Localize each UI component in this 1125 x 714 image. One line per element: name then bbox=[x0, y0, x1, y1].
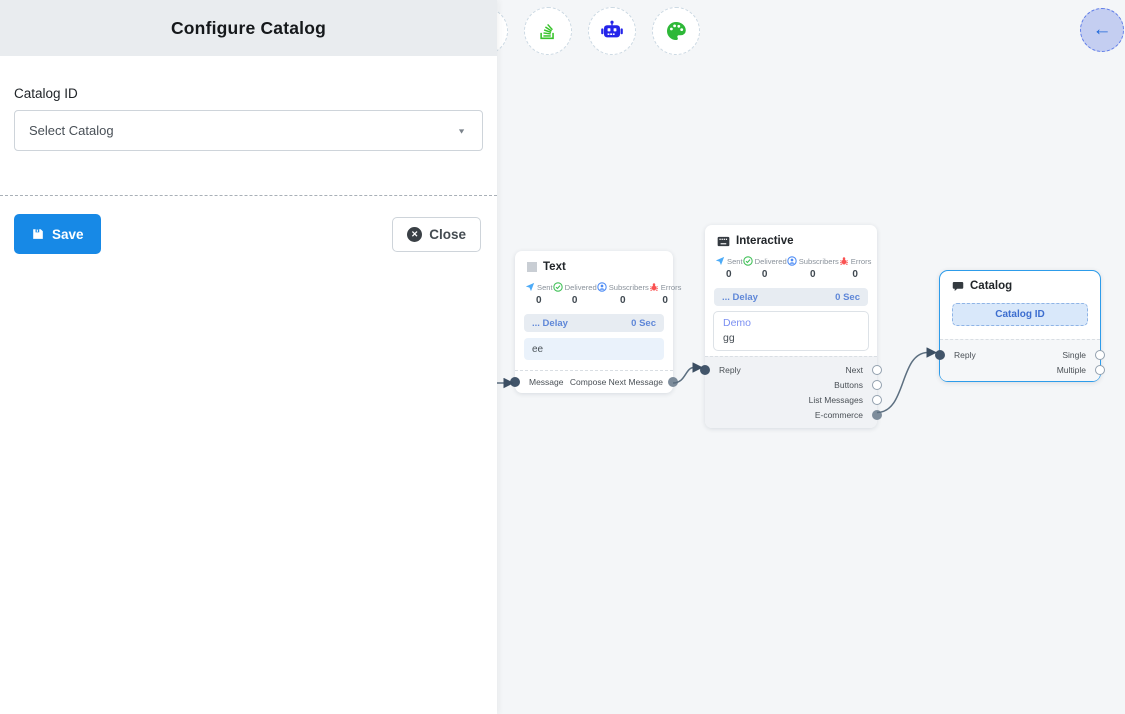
stack-icon bbox=[537, 20, 559, 42]
robot-icon bbox=[600, 19, 624, 43]
catalog-select[interactable]: Select Catalog ▼ bbox=[14, 110, 483, 151]
panel-actions: Save ✕ Close bbox=[0, 196, 497, 254]
output-port-next[interactable] bbox=[872, 365, 882, 375]
delay-bar[interactable]: ... Delay 0 Sec bbox=[524, 314, 664, 332]
text-node-icon bbox=[527, 262, 537, 272]
stat-delivered: Delivered 0 bbox=[743, 256, 787, 280]
compose-next-message-label: Compose Next Message bbox=[570, 377, 663, 387]
catalog-id-label: Catalog ID bbox=[14, 86, 483, 101]
node-text-footer: Message Compose Next Message bbox=[515, 370, 673, 393]
stat-subscribers: Subscribers 0 bbox=[787, 256, 839, 280]
flow-canvas[interactable]: ← Text Sent 0 Delivered bbox=[497, 0, 1125, 714]
node-interactive-header: Interactive bbox=[705, 225, 877, 252]
input-port-message[interactable] bbox=[510, 377, 520, 387]
node-catalog[interactable]: Catalog Catalog ID Reply Single Multiple bbox=[939, 270, 1101, 382]
close-icon: ✕ bbox=[407, 227, 422, 242]
configure-panel: Configure Catalog Catalog ID Select Cata… bbox=[0, 0, 497, 714]
node-text-stats: Sent 0 Delivered 0 Subscribers bbox=[515, 278, 673, 306]
stat-delivered: Delivered 0 bbox=[553, 282, 597, 306]
catalog-id-button[interactable]: Catalog ID bbox=[952, 303, 1088, 326]
footer-row: Reply Single bbox=[940, 347, 1100, 362]
input-port-reply[interactable] bbox=[935, 350, 945, 360]
output-port-single[interactable] bbox=[1095, 350, 1105, 360]
page-title: Configure Catalog bbox=[171, 18, 326, 39]
output-label-single: Single bbox=[1062, 350, 1086, 360]
output-label-ecommerce: E-commerce bbox=[815, 410, 863, 420]
close-button-label: Close bbox=[429, 227, 466, 242]
interactive-message-card[interactable]: Demo gg bbox=[713, 311, 869, 351]
toolbar-button-palette[interactable] bbox=[652, 7, 700, 55]
stat-subscribers: Subscribers 0 bbox=[597, 282, 649, 306]
reply-input-label: Reply bbox=[954, 350, 976, 360]
sent-icon bbox=[525, 282, 535, 292]
panel-header: Configure Catalog bbox=[0, 0, 497, 56]
save-button-label: Save bbox=[52, 227, 84, 242]
card-title: Demo bbox=[723, 317, 859, 329]
stat-sent: Sent 0 bbox=[715, 256, 743, 280]
node-interactive-title: Interactive bbox=[736, 235, 794, 247]
delay-value: 0 Sec bbox=[835, 292, 860, 303]
delay-bar[interactable]: ... Delay 0 Sec bbox=[714, 288, 868, 306]
app: Configure Catalog Catalog ID Select Cata… bbox=[0, 0, 1125, 714]
input-port-reply[interactable] bbox=[700, 365, 710, 375]
reply-input-label: Reply bbox=[719, 365, 741, 375]
catalog-select-value: Select Catalog bbox=[29, 123, 114, 138]
close-button[interactable]: ✕ Close bbox=[392, 217, 481, 252]
output-port-multiple[interactable] bbox=[1095, 365, 1105, 375]
output-port-list-messages[interactable] bbox=[872, 395, 882, 405]
arrow-left-icon: ← bbox=[1093, 19, 1112, 41]
back-button[interactable]: ← bbox=[1080, 8, 1124, 52]
output-label-multiple: Multiple bbox=[1057, 365, 1086, 375]
footer-row: E-commerce bbox=[705, 407, 877, 422]
node-text[interactable]: Text Sent 0 Delivered 0 bbox=[515, 251, 673, 393]
delay-value: 0 Sec bbox=[631, 318, 656, 329]
chevron-down-icon: ▼ bbox=[457, 127, 466, 135]
node-text-header: Text bbox=[515, 251, 673, 278]
node-catalog-header: Catalog bbox=[940, 271, 1100, 297]
subscribers-icon bbox=[597, 282, 607, 292]
edge-ecommerce-to-reply bbox=[877, 353, 928, 413]
output-port-ecommerce[interactable] bbox=[872, 410, 882, 420]
chat-bubble-icon bbox=[952, 281, 964, 292]
output-label-list-messages: List Messages bbox=[809, 395, 863, 405]
toolbar-button-robot[interactable] bbox=[588, 7, 636, 55]
output-port-compose-next-message[interactable] bbox=[668, 377, 678, 387]
errors-icon bbox=[649, 282, 659, 292]
toolbar-button-stack[interactable] bbox=[524, 7, 572, 55]
node-catalog-footer: Reply Single Multiple bbox=[940, 339, 1100, 381]
errors-icon bbox=[839, 256, 849, 266]
message-input-label: Message bbox=[529, 377, 564, 387]
delivered-icon bbox=[553, 282, 563, 292]
sent-icon bbox=[715, 256, 725, 266]
delay-label: ... Delay bbox=[532, 318, 568, 329]
stat-errors: Errors 0 bbox=[839, 256, 872, 280]
save-icon bbox=[31, 227, 45, 241]
delay-label: ... Delay bbox=[722, 292, 758, 303]
output-label-next: Next bbox=[846, 365, 863, 375]
save-button[interactable]: Save bbox=[14, 214, 101, 254]
stat-errors: Errors 0 bbox=[649, 282, 682, 306]
node-catalog-title: Catalog bbox=[970, 280, 1012, 292]
node-interactive[interactable]: Interactive Sent 0 Delivered 0 bbox=[705, 225, 877, 428]
footer-row: List Messages bbox=[705, 392, 877, 407]
subscribers-icon bbox=[787, 256, 797, 266]
panel-body: Catalog ID Select Catalog ▼ bbox=[0, 56, 497, 151]
palette-icon bbox=[664, 19, 688, 43]
card-body: gg bbox=[723, 332, 859, 344]
message-preview[interactable]: ee bbox=[524, 338, 664, 360]
output-port-buttons[interactable] bbox=[872, 380, 882, 390]
footer-row: Buttons bbox=[705, 377, 877, 392]
footer-row: Reply Next bbox=[705, 362, 877, 377]
stat-sent: Sent 0 bbox=[525, 282, 553, 306]
output-label-buttons: Buttons bbox=[834, 380, 863, 390]
toolbar-button-hidden[interactable] bbox=[497, 7, 508, 55]
node-interactive-stats: Sent 0 Delivered 0 Subscribers bbox=[705, 252, 877, 280]
node-text-title: Text bbox=[543, 261, 566, 273]
node-interactive-footer: Reply Next Buttons List Messages E-comme… bbox=[705, 356, 877, 428]
footer-row: Multiple bbox=[940, 362, 1100, 377]
keyboard-icon bbox=[717, 236, 730, 247]
delivered-icon bbox=[743, 256, 753, 266]
